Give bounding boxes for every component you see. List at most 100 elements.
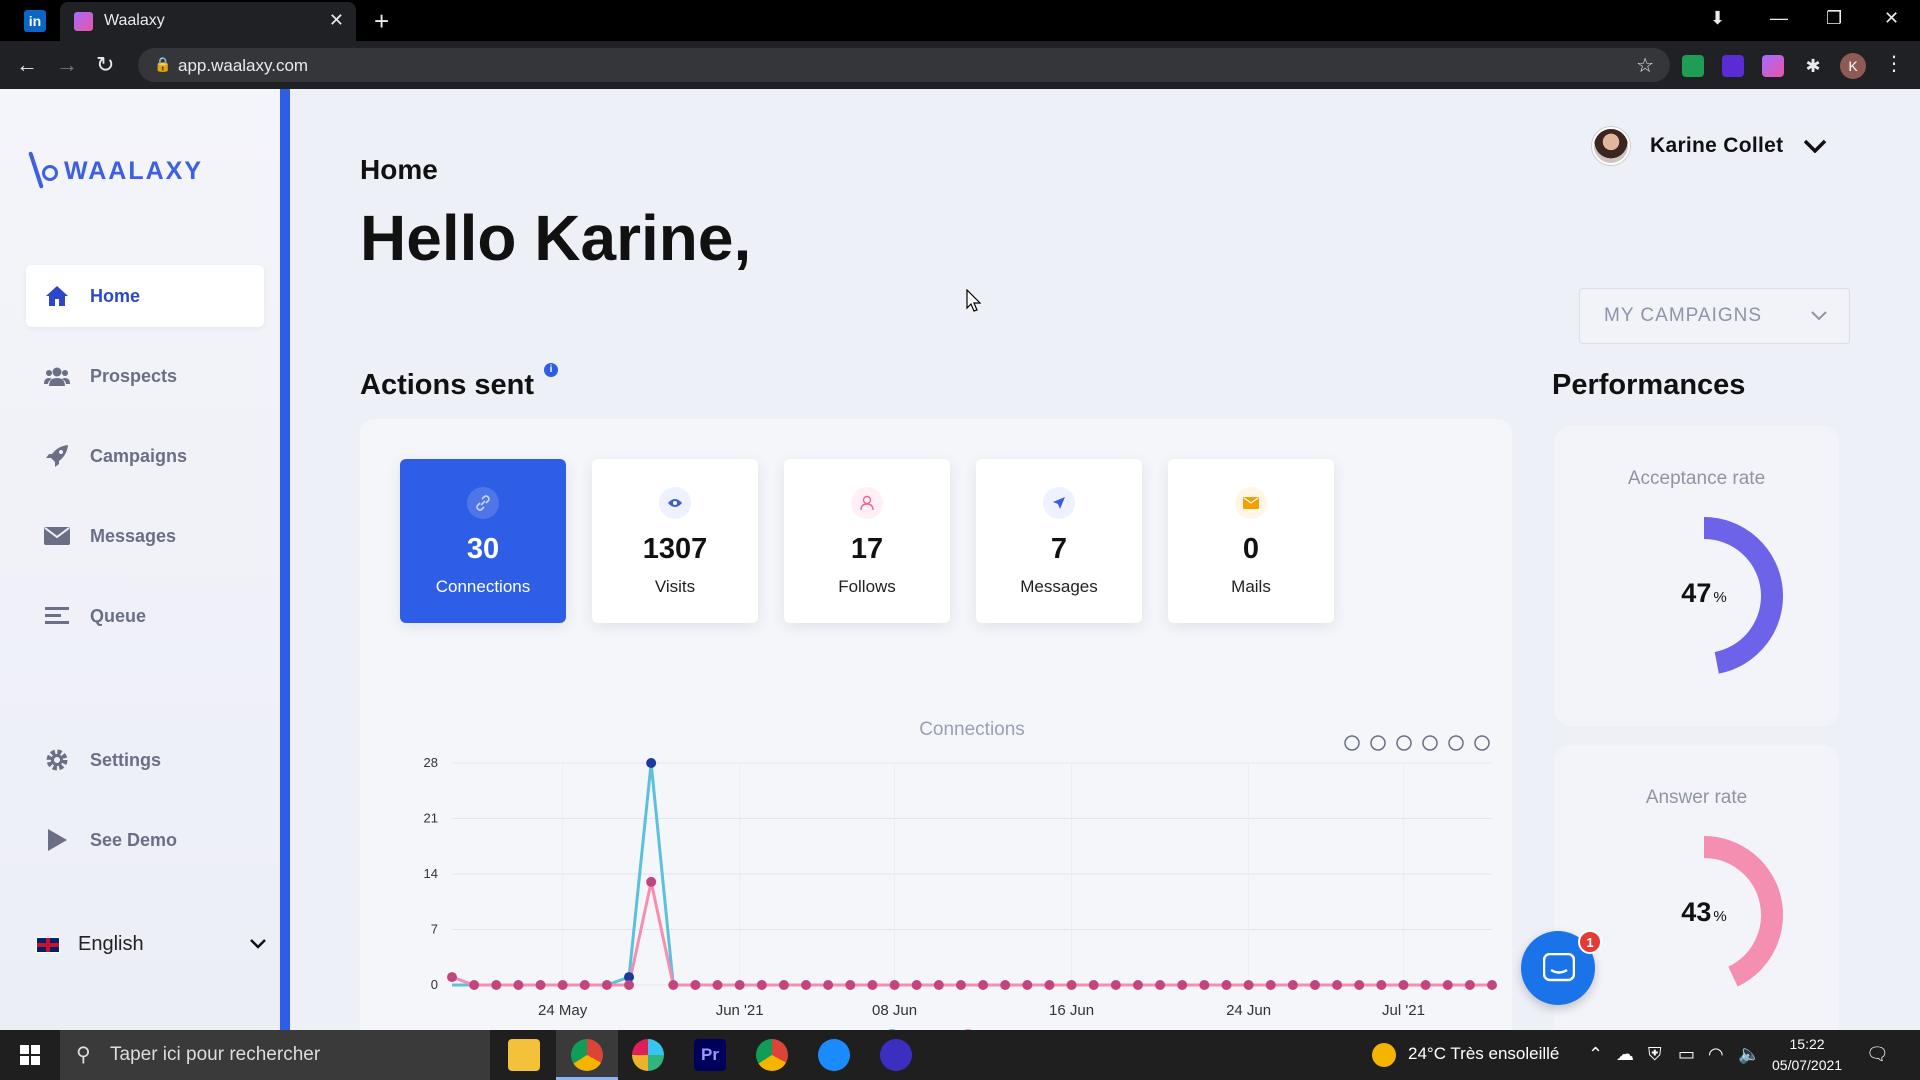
data-point-accepted bbox=[1066, 980, 1077, 990]
answer-rate-label: Answer rate bbox=[1645, 787, 1748, 808]
mail-icon bbox=[1235, 487, 1267, 519]
menu-icon[interactable] bbox=[1474, 735, 1490, 751]
stat-card-visits[interactable]: 1307 Visits bbox=[592, 459, 758, 623]
weather-text[interactable]: 24°C Très ensoleillé bbox=[1408, 1044, 1559, 1064]
sidebar-item-messages[interactable]: Messages bbox=[26, 505, 264, 567]
language-select[interactable]: English bbox=[36, 933, 266, 956]
reset-home-icon[interactable] bbox=[1448, 735, 1464, 751]
premiere-pro-icon[interactable]: Pr bbox=[694, 1039, 726, 1071]
link-icon bbox=[467, 487, 499, 519]
browser-profile-avatar[interactable]: K bbox=[1840, 53, 1866, 79]
sidebar-item-label: See Demo bbox=[90, 829, 178, 850]
sidebar-item-queue[interactable]: Queue bbox=[26, 585, 264, 647]
data-point-accepted bbox=[734, 980, 745, 990]
restore-icon[interactable]: ❐ bbox=[1826, 8, 1842, 29]
stat-card-messages[interactable]: 7 Messages bbox=[976, 459, 1142, 623]
defender-icon[interactable]: ⛨ bbox=[1648, 1044, 1662, 1065]
teamviewer-icon[interactable] bbox=[818, 1039, 850, 1071]
chrome-profile-icon[interactable] bbox=[756, 1039, 788, 1071]
data-point-accepted bbox=[911, 980, 922, 990]
mouse-cursor-icon bbox=[966, 289, 982, 312]
list-icon bbox=[44, 603, 70, 629]
chevron-down-icon bbox=[1811, 308, 1827, 324]
waalaxy-extension-icon[interactable] bbox=[1762, 55, 1784, 77]
back-icon[interactable]: ← bbox=[16, 52, 38, 78]
data-point-accepted bbox=[579, 980, 590, 990]
data-point-accepted bbox=[601, 980, 612, 990]
home-icon bbox=[44, 283, 70, 309]
data-point-accepted bbox=[1221, 980, 1232, 990]
stat-card-connections[interactable]: 30 Connections bbox=[400, 459, 566, 623]
omnibox[interactable]: 🔒 app.waalaxy.com ☆ bbox=[138, 48, 1670, 82]
play-icon bbox=[44, 827, 70, 853]
y-tick-label: 0 bbox=[431, 977, 438, 992]
sidebar-item-settings[interactable]: Settings bbox=[26, 729, 264, 791]
data-point-accepted bbox=[1354, 980, 1365, 990]
campaigns-select[interactable]: MY CAMPAIGNS bbox=[1579, 288, 1850, 344]
forward-icon[interactable]: → bbox=[56, 52, 78, 78]
tab-close-icon[interactable]: ✕ bbox=[329, 10, 344, 31]
bookmark-star-icon[interactable]: ☆ bbox=[1636, 53, 1654, 78]
sidebar-item-see-demo[interactable]: See Demo bbox=[26, 809, 264, 871]
answer-rate-value-wrap: 43% bbox=[1554, 897, 1854, 928]
new-tab-icon[interactable]: + bbox=[374, 6, 389, 37]
browser-tab[interactable]: Waalaxy ✕ bbox=[60, 2, 356, 41]
file-explorer-icon[interactable] bbox=[508, 1039, 540, 1071]
wifi-icon[interactable]: ◠ bbox=[1708, 1044, 1724, 1065]
brand-logo[interactable]: WAALAXY bbox=[30, 151, 203, 191]
slack-icon[interactable] bbox=[632, 1039, 664, 1071]
chrome-taskbar-active[interactable] bbox=[556, 1030, 618, 1080]
extension-icon-1[interactable] bbox=[1682, 55, 1704, 77]
person-icon bbox=[851, 487, 883, 519]
volume-icon[interactable]: 🔈 bbox=[1738, 1044, 1760, 1065]
stat-label: Visits bbox=[654, 577, 696, 596]
linkedin-tab-icon[interactable]: in bbox=[24, 10, 46, 32]
sidebar-item-campaigns[interactable]: Campaigns bbox=[26, 425, 264, 487]
battery-icon[interactable]: ▭ bbox=[1678, 1044, 1695, 1065]
taskbar-search-input[interactable]: ⚲ Taper ici pour rechercher bbox=[60, 1030, 490, 1080]
connections-chart[interactable]: Connections 0 7 14 21 28 24 May Jun '21 08 Jun 16… bbox=[400, 719, 1540, 1030]
tray-chevron-up-icon[interactable]: ⌃ bbox=[1588, 1044, 1603, 1065]
info-icon[interactable]: i bbox=[544, 363, 558, 377]
stat-card-mails[interactable]: 0 Mails bbox=[1168, 459, 1334, 623]
notifications-icon[interactable]: 🗨 bbox=[1866, 1044, 1889, 1065]
extension-icon-2[interactable] bbox=[1722, 55, 1744, 77]
data-point-accepted bbox=[1487, 980, 1497, 990]
data-point-accepted bbox=[1265, 980, 1276, 990]
data-point-accepted bbox=[447, 972, 457, 983]
answer-rate-card: Answer rate 43% bbox=[1554, 745, 1839, 1030]
data-point-accepted bbox=[1376, 980, 1387, 990]
sidebar-item-home[interactable]: Home bbox=[26, 265, 264, 327]
sidebar-item-prospects[interactable]: Prospects bbox=[26, 345, 264, 407]
taskbar-clock[interactable]: 15:22 05/07/2021 bbox=[1772, 1034, 1842, 1076]
windows-taskbar: ⚲ Taper ici pour rechercher Pr 24°C Très… bbox=[0, 1030, 1920, 1080]
zoom-select-icon[interactable] bbox=[1396, 735, 1412, 751]
download-status-icon[interactable]: ⬇ bbox=[1710, 8, 1725, 29]
lock-icon: 🔒 bbox=[154, 56, 172, 72]
minimize-icon[interactable]: — bbox=[1770, 8, 1788, 29]
pan-icon[interactable] bbox=[1422, 735, 1438, 751]
url-text[interactable]: app.waalaxy.com bbox=[178, 56, 308, 76]
windows-start-icon[interactable] bbox=[20, 1045, 40, 1065]
stat-card-follows[interactable]: 17 Follows bbox=[784, 459, 950, 623]
waalaxy-logo-icon bbox=[30, 151, 58, 191]
reload-icon[interactable]: ↻ bbox=[96, 52, 114, 78]
zoom-in-icon[interactable] bbox=[1344, 735, 1360, 751]
browser-menu-icon[interactable]: ⋮ bbox=[1884, 51, 1904, 76]
data-point-accepted bbox=[1155, 980, 1166, 990]
language-label: English bbox=[78, 933, 144, 955]
onedrive-icon[interactable]: ☁ bbox=[1616, 1044, 1634, 1065]
y-tick-label: 28 bbox=[424, 755, 438, 770]
zoom-out-icon[interactable] bbox=[1370, 735, 1386, 751]
window-close-icon[interactable]: ✕ bbox=[1884, 8, 1899, 29]
vpn-icon[interactable] bbox=[880, 1039, 912, 1071]
data-point-accepted bbox=[668, 980, 679, 990]
stat-label: Mails bbox=[1231, 577, 1271, 596]
x-tick-label: 24 May bbox=[538, 1002, 588, 1019]
data-point-accepted bbox=[778, 980, 789, 990]
user-menu[interactable]: Karine Collet bbox=[1592, 127, 1827, 165]
browser-tab-bar: in Waalaxy ✕ + ⬇ — ❐ ✕ bbox=[0, 0, 1920, 41]
extensions-puzzle-icon[interactable]: ✱ bbox=[1802, 55, 1824, 77]
address-bar: ← → ↻ 🔒 app.waalaxy.com ☆ bbox=[0, 41, 1920, 89]
chat-notification-badge: 1 bbox=[1578, 930, 1602, 954]
